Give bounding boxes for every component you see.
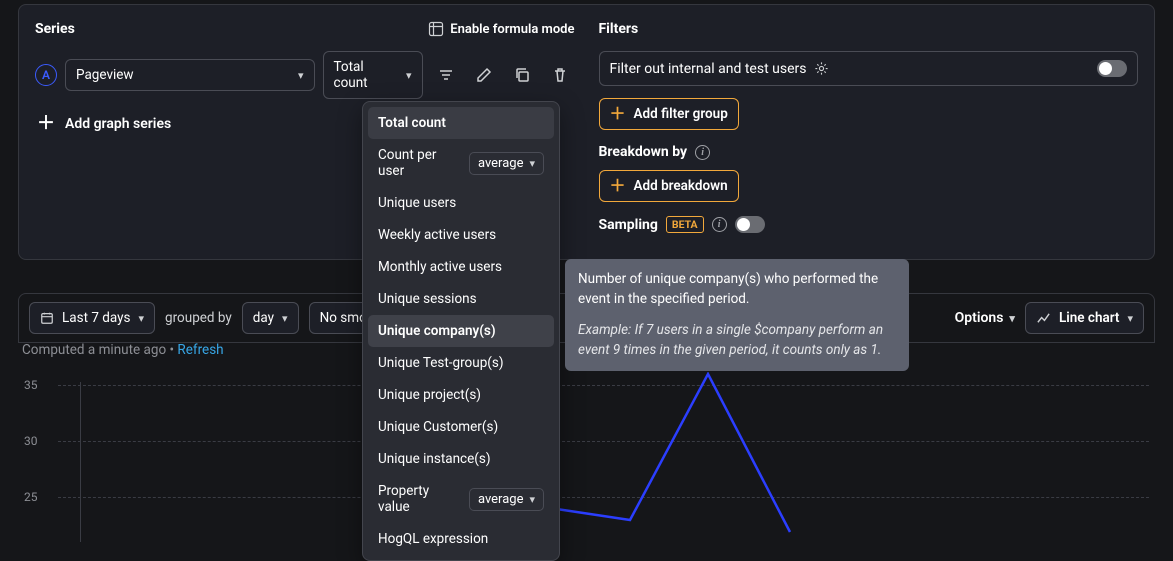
tooltip-example: Example: If 7 users in a single $company… [578,321,896,360]
dd-mau[interactable]: Monthly active users [368,251,554,283]
add-series-label: Add graph series [65,116,171,132]
dd-wau[interactable]: Weekly active users [368,219,554,251]
calendar-icon [40,311,54,325]
chart-area: 35 30 25 [24,372,1149,532]
filter-icon[interactable] [431,60,461,90]
dd-label: HogQL expression [378,531,488,547]
chevron-down-icon: ▾ [282,312,288,325]
internal-filter-toggle[interactable] [1097,60,1127,77]
event-value: Pageview [76,67,134,83]
chevron-down-icon: ▾ [1127,312,1133,325]
y-tick: 30 [24,434,38,448]
grouped-by-text: grouped by [165,310,232,326]
formula-icon [428,21,444,37]
dd-label: Unique project(s) [378,387,481,403]
refresh-link[interactable]: Refresh [177,342,223,358]
options-label: Options [955,310,1004,326]
filters-header: Filters [599,21,1139,37]
add-breakdown-label: Add breakdown [634,178,728,194]
dd-hogql[interactable]: HogQL expression [368,523,554,555]
dd-unique-test-group[interactable]: Unique Test-group(s) [368,347,554,379]
plus-icon: ＋ [610,106,626,122]
interval-value: day [253,310,274,326]
delete-icon[interactable] [545,60,575,90]
add-breakdown-button[interactable]: ＋ Add breakdown [599,170,739,202]
line-chart-icon [1036,311,1051,326]
chevron-down-icon: ▾ [529,157,535,170]
chevron-down-icon: ▾ [139,312,145,325]
aggregation-dropdown: Total count Count per user average ▾ Uniq… [362,101,560,561]
dd-label: Unique instance(s) [378,451,491,467]
dd-label: Weekly active users [378,227,496,243]
edit-icon[interactable] [469,60,499,90]
dd-label: Unique sessions [378,291,477,307]
chevron-down-icon: ▾ [298,69,304,82]
y-tick: 35 [24,378,38,392]
chevron-down-icon: ▾ [529,493,535,506]
dd-label: Unique Test-group(s) [378,355,504,371]
chart-type-select[interactable]: Line chart ▾ [1025,302,1144,334]
dd-label: Unique Customer(s) [378,419,498,435]
dd-label: Unique users [378,195,456,211]
chevron-down-icon: ▾ [406,69,412,82]
tooltip-text: Number of unique company(s) who performe… [578,270,896,309]
gear-icon[interactable] [814,61,829,76]
mini-sel-value: average [478,492,524,507]
info-icon[interactable]: i [712,217,727,232]
series-badge: A [35,64,57,86]
line-series [80,372,1150,542]
dd-unique-company[interactable]: Unique company(s) [368,315,554,347]
mini-sel-value: average [478,156,524,171]
breakdown-label: Breakdown by [599,144,688,160]
series-header: Series [35,21,75,37]
date-range-select[interactable]: Last 7 days ▾ [29,302,155,334]
tooltip: Number of unique company(s) who performe… [565,259,909,371]
date-range-value: Last 7 days [62,310,131,326]
dd-label: Total count [378,115,446,131]
internal-users-filter: Filter out internal and test users [599,51,1139,86]
computed-text: Computed a minute ago [22,342,166,358]
dd-label: Property value [378,483,461,515]
dd-unique-instance[interactable]: Unique instance(s) [368,443,554,475]
add-filter-group-label: Add filter group [634,106,728,122]
enable-formula-mode[interactable]: Enable formula mode [428,21,574,37]
copy-icon[interactable] [507,60,537,90]
dd-total-count[interactable]: Total count [368,107,554,139]
formula-mode-label: Enable formula mode [450,22,574,37]
dd-unique-project[interactable]: Unique project(s) [368,379,554,411]
sampling-toggle[interactable] [735,216,765,233]
aggregation-select[interactable]: Total count ▾ [323,51,423,99]
sampling-label: Sampling [599,217,658,233]
options-button[interactable]: Options ▾ [955,310,1015,326]
dd-count-per-user[interactable]: Count per user average ▾ [368,139,554,187]
chart-type-value: Line chart [1059,310,1120,326]
dd-label: Unique company(s) [378,323,496,339]
dd-property-value[interactable]: Property value average ▾ [368,475,554,523]
property-value-agg[interactable]: average ▾ [469,488,544,511]
chevron-down-icon: ▾ [1009,312,1015,325]
interval-select[interactable]: day ▾ [242,302,299,334]
add-filter-group-button[interactable]: ＋ Add filter group [599,98,739,130]
count-per-user-agg[interactable]: average ▾ [469,152,544,175]
plus-icon: ＋ [37,115,55,133]
dd-unique-users[interactable]: Unique users [368,187,554,219]
info-icon[interactable]: i [695,145,710,160]
dd-label: Count per user [378,147,461,179]
dd-unique-sessions[interactable]: Unique sessions [368,283,554,315]
internal-filter-label: Filter out internal and test users [610,61,807,77]
aggregation-value: Total count [334,59,398,91]
plus-icon: ＋ [610,178,626,194]
y-tick: 25 [24,490,38,504]
event-select[interactable]: Pageview ▾ [65,59,315,91]
dd-unique-customer[interactable]: Unique Customer(s) [368,411,554,443]
computed-status: Computed a minute ago • Refresh [22,342,224,358]
beta-badge: BETA [666,216,704,233]
dd-label: Monthly active users [378,259,502,275]
